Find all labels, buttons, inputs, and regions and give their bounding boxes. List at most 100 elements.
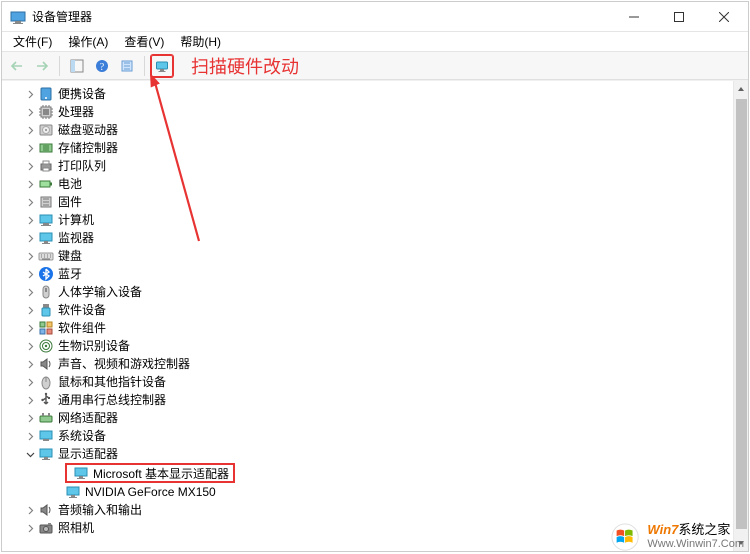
device-label: 便携设备 xyxy=(58,85,106,103)
cpu-icon xyxy=(38,104,54,120)
device-category[interactable]: 蓝牙 xyxy=(20,265,733,283)
menu-help[interactable]: 帮助(H) xyxy=(172,32,229,51)
menubar: 文件(F) 操作(A) 查看(V) 帮助(H) xyxy=(2,32,748,52)
device-category[interactable]: 系统设备 xyxy=(20,427,733,445)
disk-icon xyxy=(38,122,54,138)
device-label: 键盘 xyxy=(58,247,82,265)
storage-icon xyxy=(38,140,54,156)
chevron-right-icon[interactable] xyxy=(24,160,36,172)
chevron-right-icon[interactable] xyxy=(24,358,36,370)
device-category[interactable]: 网络适配器 xyxy=(20,409,733,427)
expander-icon xyxy=(51,486,63,498)
device-category[interactable]: 显示适配器 xyxy=(20,445,733,463)
chevron-right-icon[interactable] xyxy=(24,430,36,442)
device-category[interactable]: 计算机 xyxy=(20,211,733,229)
titlebar[interactable]: 设备管理器 xyxy=(2,2,748,32)
device-category[interactable]: 鼠标和其他指针设备 xyxy=(20,373,733,391)
device-label: NVIDIA GeForce MX150 xyxy=(85,483,216,501)
device-label: 蓝牙 xyxy=(58,265,82,283)
device-category[interactable]: 电池 xyxy=(20,175,733,193)
chevron-right-icon[interactable] xyxy=(24,88,36,100)
chevron-right-icon[interactable] xyxy=(24,142,36,154)
chevron-right-icon[interactable] xyxy=(24,286,36,298)
device-category[interactable]: 监视器 xyxy=(20,229,733,247)
device-label: 网络适配器 xyxy=(58,409,118,427)
console-tree-button[interactable] xyxy=(66,55,88,77)
scroll-thumb[interactable] xyxy=(736,99,747,529)
help-button[interactable]: ? xyxy=(91,55,113,77)
chevron-right-icon[interactable] xyxy=(24,106,36,118)
chevron-right-icon[interactable] xyxy=(24,412,36,424)
chevron-right-icon[interactable] xyxy=(24,340,36,352)
usb-icon xyxy=(38,392,54,408)
firmware-icon xyxy=(38,194,54,210)
chevron-right-icon[interactable] xyxy=(24,232,36,244)
device-label: 显示适配器 xyxy=(58,445,118,463)
chevron-right-icon[interactable] xyxy=(24,394,36,406)
minimize-button[interactable] xyxy=(611,2,656,31)
chevron-right-icon[interactable] xyxy=(24,322,36,334)
chevron-down-icon[interactable] xyxy=(24,448,36,460)
device-label: 照相机 xyxy=(58,519,94,537)
device-category[interactable]: 声音、视频和游戏控制器 xyxy=(20,355,733,373)
monitor-icon xyxy=(73,465,89,481)
device-category[interactable]: 便携设备 xyxy=(20,85,733,103)
bluetooth-icon xyxy=(38,266,54,282)
chevron-right-icon[interactable] xyxy=(24,178,36,190)
device-label: 打印队列 xyxy=(58,157,106,175)
system-icon xyxy=(38,428,54,444)
device-label: 通用串行总线控制器 xyxy=(58,391,166,409)
device-category[interactable]: 存储控制器 xyxy=(20,139,733,157)
refresh-button[interactable] xyxy=(116,55,138,77)
back-button[interactable] xyxy=(6,55,28,77)
maximize-button[interactable] xyxy=(656,2,701,31)
forward-button[interactable] xyxy=(31,55,53,77)
chevron-right-icon[interactable] xyxy=(24,214,36,226)
device-label: 计算机 xyxy=(58,211,94,229)
device-category[interactable]: 处理器 xyxy=(20,103,733,121)
toolbar-separator xyxy=(59,56,60,76)
device-category[interactable]: 人体学输入设备 xyxy=(20,283,733,301)
device-category[interactable]: 音频输入和输出 xyxy=(20,501,733,519)
device-label: 生物识别设备 xyxy=(58,337,130,355)
chevron-right-icon[interactable] xyxy=(24,196,36,208)
device-label: 电池 xyxy=(58,175,82,193)
hid-icon xyxy=(38,284,54,300)
device-category[interactable]: 软件组件 xyxy=(20,319,733,337)
menu-file[interactable]: 文件(F) xyxy=(5,32,60,51)
scan-hardware-button[interactable] xyxy=(151,55,173,77)
chevron-right-icon[interactable] xyxy=(24,250,36,262)
monitor-icon xyxy=(38,230,54,246)
device-label: 人体学输入设备 xyxy=(58,283,142,301)
device-category[interactable]: 固件 xyxy=(20,193,733,211)
menu-view[interactable]: 查看(V) xyxy=(116,32,172,51)
device-category[interactable]: 软件设备 xyxy=(20,301,733,319)
vertical-scrollbar[interactable] xyxy=(733,81,748,551)
device-label: 处理器 xyxy=(58,103,94,121)
device-category[interactable]: 打印队列 xyxy=(20,157,733,175)
chevron-right-icon[interactable] xyxy=(24,304,36,316)
device-item[interactable]: NVIDIA GeForce MX150 xyxy=(37,483,733,501)
keyboard-icon xyxy=(38,248,54,264)
menu-action[interactable]: 操作(A) xyxy=(60,32,116,51)
device-category[interactable]: 生物识别设备 xyxy=(20,337,733,355)
chevron-right-icon[interactable] xyxy=(24,268,36,280)
chevron-right-icon[interactable] xyxy=(24,522,36,534)
chevron-right-icon[interactable] xyxy=(24,504,36,516)
chevron-right-icon[interactable] xyxy=(24,376,36,388)
battery-icon xyxy=(38,176,54,192)
device-label: 音频输入和输出 xyxy=(58,501,142,519)
device-category[interactable]: 键盘 xyxy=(20,247,733,265)
close-button[interactable] xyxy=(701,2,746,31)
biometric-icon xyxy=(38,338,54,354)
toolbar: ? 扫描硬件改动 xyxy=(2,52,748,80)
highlighted-device[interactable]: Microsoft 基本显示适配器 xyxy=(65,463,235,483)
chevron-right-icon[interactable] xyxy=(24,124,36,136)
device-category[interactable]: 通用串行总线控制器 xyxy=(20,391,733,409)
device-tree[interactable]: 便携设备处理器磁盘驱动器存储控制器打印队列电池固件计算机监视器键盘蓝牙人体学输入… xyxy=(2,81,733,551)
device-category[interactable]: 磁盘驱动器 xyxy=(20,121,733,139)
component-icon xyxy=(38,320,54,336)
scroll-up-button[interactable] xyxy=(734,81,748,97)
device-label: 声音、视频和游戏控制器 xyxy=(58,355,190,373)
device-label: 软件组件 xyxy=(58,319,106,337)
